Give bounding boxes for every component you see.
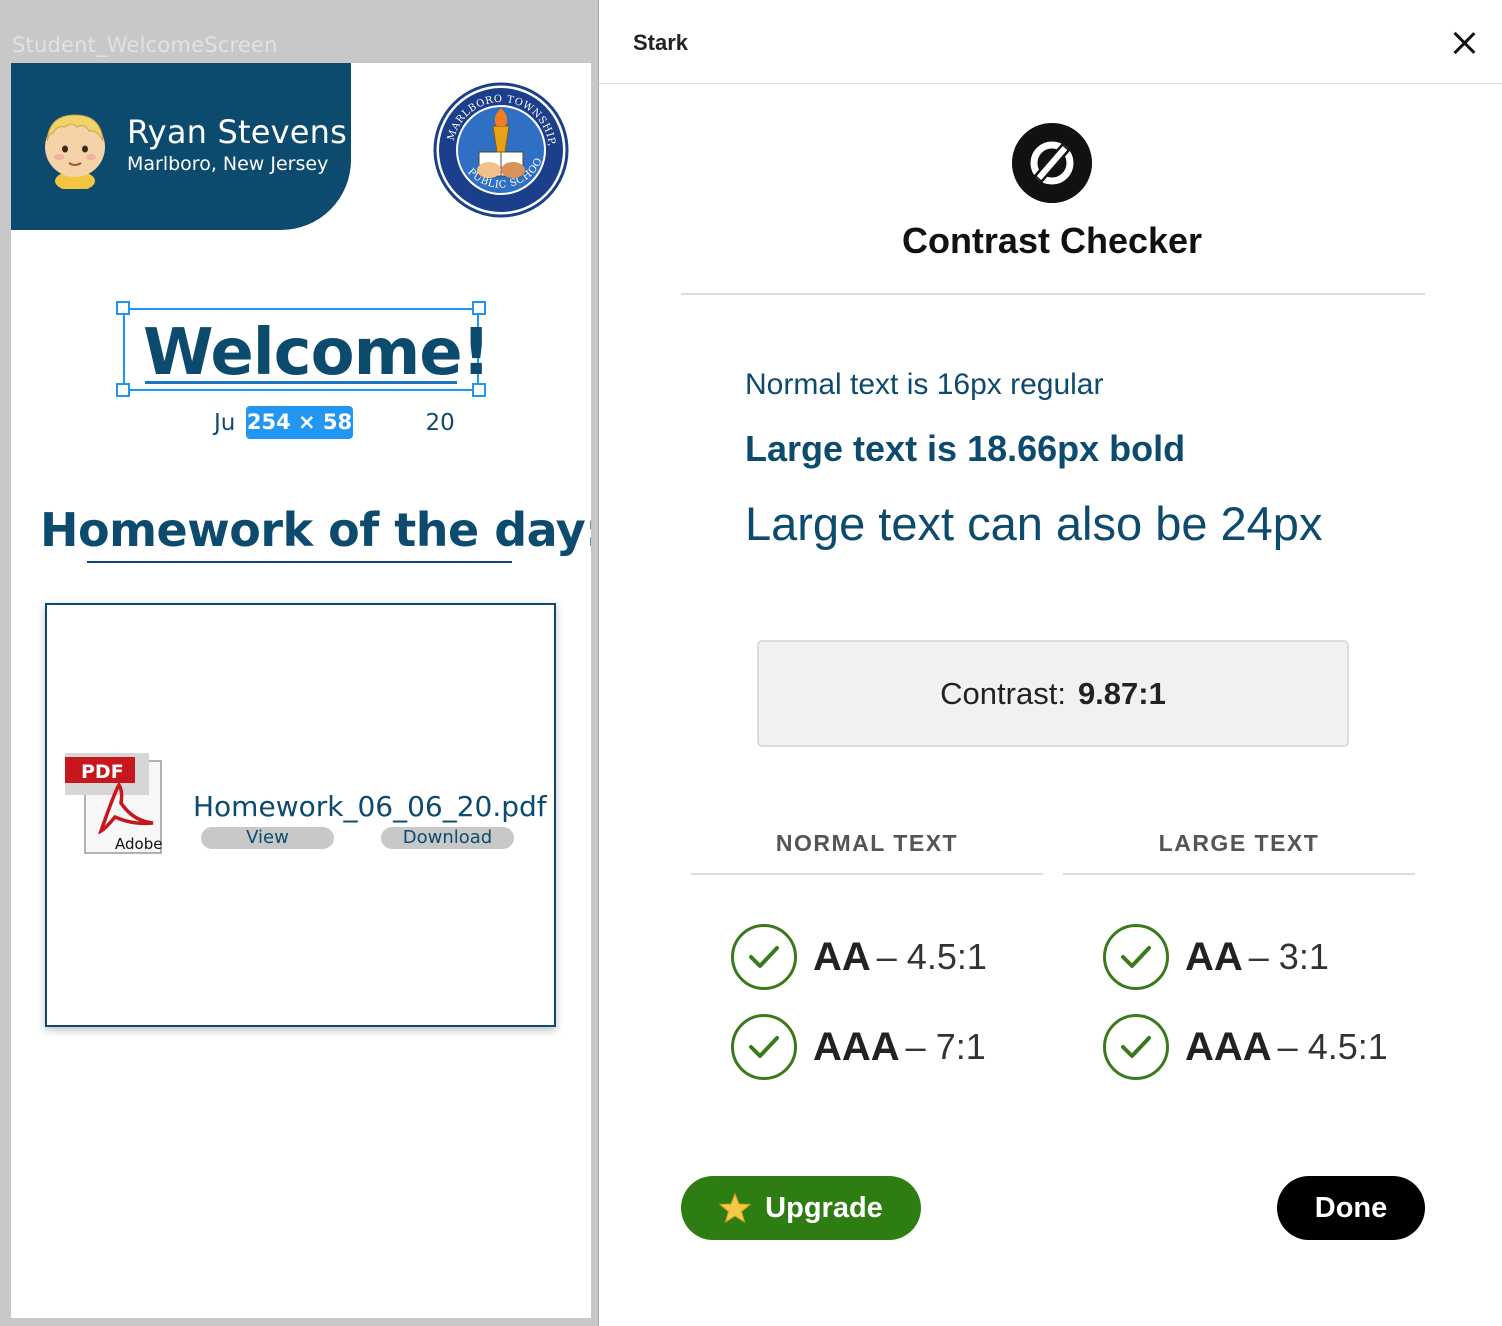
result-ratio: – 7:1 xyxy=(905,1026,986,1067)
homework-file-card[interactable]: PDF Adobe Homework_06_06_20.pdf View Dow… xyxy=(45,603,556,1027)
stark-logo-icon xyxy=(1012,123,1092,203)
check-icon xyxy=(731,924,797,990)
homework-heading[interactable]: Homework of the day: xyxy=(40,503,591,557)
result-normal-aa: AA – 4.5:1 xyxy=(731,924,987,990)
star-icon xyxy=(719,1193,752,1223)
result-ratio: – 4.5:1 xyxy=(1277,1026,1388,1067)
homework-underline xyxy=(87,561,512,563)
download-button[interactable]: Download xyxy=(381,827,514,849)
welcome-heading[interactable]: Welcome! xyxy=(143,316,491,390)
upgrade-label: Upgrade xyxy=(765,1191,883,1224)
result-level: AAA xyxy=(813,1024,900,1069)
divider xyxy=(681,293,1425,295)
contrast-label: Contrast: xyxy=(940,676,1066,711)
result-ratio: – 3:1 xyxy=(1248,936,1329,977)
artboard-student-welcome[interactable]: Ryan Stevens Marlboro, New Jersey MARLBO… xyxy=(11,63,591,1318)
result-large-aaa: AAA – 4.5:1 xyxy=(1103,1014,1388,1080)
school-seal-logo: MARLBORO TOWNSHIP, NJ PUBLIC SCHOOLS xyxy=(431,80,571,220)
done-button[interactable]: Done xyxy=(1277,1176,1425,1240)
contrast-ratio-box: Contrast: 9.87:1 xyxy=(757,640,1349,747)
result-large-aa: AA – 3:1 xyxy=(1103,924,1329,990)
student-location: Marlboro, New Jersey xyxy=(127,153,329,175)
upgrade-button[interactable]: Upgrade xyxy=(681,1176,921,1240)
check-icon xyxy=(731,1014,797,1080)
result-ratio: – 4.5:1 xyxy=(876,936,987,977)
check-icon xyxy=(1103,1014,1169,1080)
pdf-file-icon: PDF Adobe xyxy=(65,753,162,854)
contrast-value: 9.87:1 xyxy=(1077,676,1166,711)
result-level: AA xyxy=(1185,934,1243,979)
resize-handle-top-left[interactable] xyxy=(116,301,130,315)
svg-text:PDF: PDF xyxy=(81,761,124,783)
result-level: AAA xyxy=(1185,1024,1272,1069)
view-button[interactable]: View xyxy=(201,827,334,849)
student-name: Ryan Stevens xyxy=(127,113,348,151)
result-normal-aaa: AAA – 7:1 xyxy=(731,1014,986,1080)
welcome-underline xyxy=(145,381,457,384)
normal-text-header: NORMAL TEXT xyxy=(775,830,959,856)
sample-large-bold-text: Large text is 18.66px bold xyxy=(745,428,1186,469)
selection-dimension-badge: 254 × 58 xyxy=(246,406,353,439)
large-column-divider xyxy=(1063,873,1415,875)
frame-label[interactable]: Student_WelcomeScreen xyxy=(12,33,278,57)
panel-header: Stark xyxy=(599,0,1502,84)
stark-plugin-panel: Stark Contrast Checker Normal text is 16… xyxy=(598,0,1502,1326)
checker-title: Contrast Checker xyxy=(901,220,1203,261)
sample-large-text: Large text can also be 24px xyxy=(745,497,1323,550)
check-icon xyxy=(1103,924,1169,990)
sample-normal-text: Normal text is 16px regular xyxy=(745,368,1104,401)
student-header-card: Ryan Stevens Marlboro, New Jersey xyxy=(11,63,351,230)
resize-handle-top-right[interactable] xyxy=(472,301,486,315)
svg-text:Adobe: Adobe xyxy=(115,835,162,853)
panel-title: Stark xyxy=(633,30,689,55)
file-name[interactable]: Homework_06_06_20.pdf xyxy=(193,790,547,823)
large-text-header: LARGE TEXT xyxy=(1158,830,1320,856)
student-avatar-icon xyxy=(45,114,105,189)
design-canvas: Student_WelcomeScreen Ryan Stevens Marlb… xyxy=(0,0,598,1326)
resize-handle-bottom-left[interactable] xyxy=(116,383,130,397)
close-icon[interactable] xyxy=(1445,24,1483,62)
result-level: AA xyxy=(813,934,871,979)
normal-column-divider xyxy=(691,873,1043,875)
